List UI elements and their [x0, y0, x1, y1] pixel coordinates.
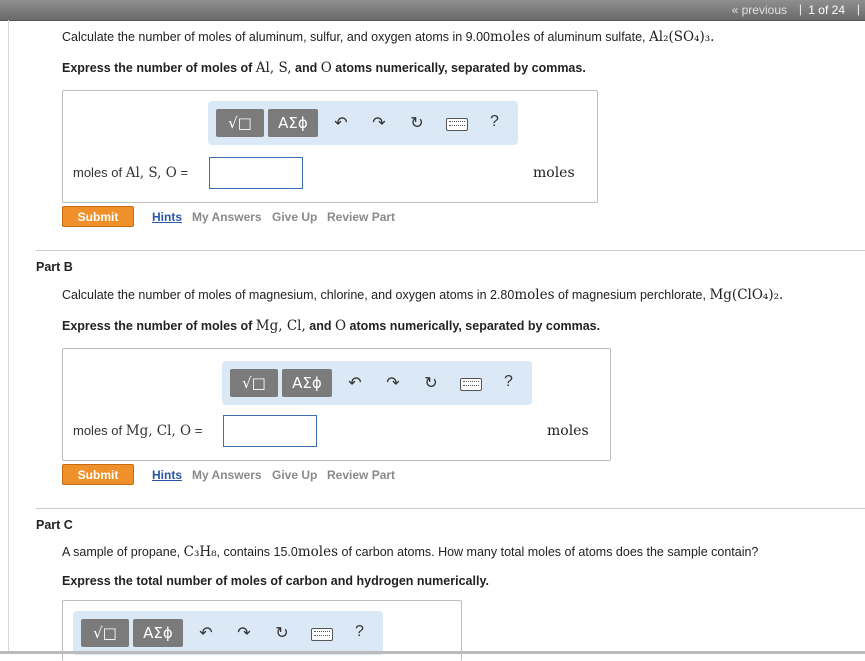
- part-b-give-up-link[interactable]: Give Up: [272, 468, 317, 482]
- templates-button[interactable]: √□: [230, 369, 278, 397]
- part-b-hints-link[interactable]: Hints: [152, 468, 182, 482]
- reset-icon[interactable]: ↻: [408, 114, 426, 132]
- part-a-review-part-link[interactable]: Review Part: [327, 210, 395, 224]
- help-button[interactable]: ?: [504, 373, 513, 391]
- keyboard-icon[interactable]: [446, 118, 468, 131]
- question-counter: 1 of 24: [808, 3, 845, 17]
- nav-separator: |: [798, 2, 802, 16]
- part-b-instruction: Express the number of moles of Mg, Cl, a…: [62, 318, 601, 334]
- math-toolbar: √□ ΑΣϕ ↶ ↷ ↻ ?: [208, 101, 518, 145]
- symbols-button[interactable]: ΑΣϕ: [133, 619, 183, 647]
- templates-button[interactable]: √□: [81, 619, 129, 647]
- symbols-button[interactable]: ΑΣϕ: [282, 369, 332, 397]
- part-c-question: A sample of propane, C₃H₈, contains 15.0…: [62, 544, 759, 560]
- keyboard-icon[interactable]: [311, 628, 333, 641]
- part-b-answer-input[interactable]: [223, 415, 317, 447]
- redo-icon[interactable]: ↷: [235, 624, 253, 642]
- templates-button[interactable]: √□: [216, 109, 264, 137]
- redo-icon[interactable]: ↷: [370, 114, 388, 132]
- part-c-label: Part C: [36, 518, 73, 532]
- part-a-instruction: Express the number of moles of Al, S, an…: [62, 60, 586, 76]
- undo-icon[interactable]: ↶: [197, 624, 215, 642]
- part-b-question: Calculate the number of moles of magnesi…: [62, 287, 784, 303]
- part-a-answer-input[interactable]: [209, 157, 303, 189]
- part-b-field-label: moles of Mg, Cl, O =: [73, 423, 203, 439]
- part-b-review-part-link[interactable]: Review Part: [327, 468, 395, 482]
- part-a-question: Calculate the number of moles of aluminu…: [62, 29, 715, 45]
- part-b-my-answers-link[interactable]: My Answers: [192, 468, 262, 482]
- reset-icon[interactable]: ↻: [273, 624, 291, 642]
- part-a-give-up-link[interactable]: Give Up: [272, 210, 317, 224]
- part-b-submit-button[interactable]: Submit: [62, 464, 134, 485]
- part-a-hints-link[interactable]: Hints: [152, 210, 182, 224]
- part-b-label: Part B: [36, 260, 73, 274]
- help-button[interactable]: ?: [490, 113, 499, 131]
- part-a-field-label: moles of Al, S, O =: [73, 165, 189, 181]
- keyboard-icon[interactable]: [460, 378, 482, 391]
- help-button[interactable]: ?: [355, 623, 364, 641]
- undo-icon[interactable]: ↶: [346, 374, 364, 392]
- math-toolbar: √□ ΑΣϕ ↶ ↷ ↻ ?: [73, 611, 383, 655]
- undo-icon[interactable]: ↶: [332, 114, 350, 132]
- nav-separator: |: [856, 2, 860, 16]
- part-a-my-answers-link[interactable]: My Answers: [192, 210, 262, 224]
- reset-icon[interactable]: ↻: [422, 374, 440, 392]
- symbols-button[interactable]: ΑΣϕ: [268, 109, 318, 137]
- top-nav-bar: « previous | 1 of 24 |: [0, 0, 865, 21]
- part-a-answer-box: √□ ΑΣϕ ↶ ↷ ↻ ? moles of Al, S, O = moles: [62, 90, 598, 203]
- part-b-answer-box: √□ ΑΣϕ ↶ ↷ ↻ ? moles of Mg, Cl, O = mole…: [62, 348, 611, 461]
- left-divider: [8, 20, 9, 654]
- redo-icon[interactable]: ↷: [384, 374, 402, 392]
- part-divider: [36, 508, 865, 509]
- math-toolbar: √□ ΑΣϕ ↶ ↷ ↻ ?: [222, 361, 532, 405]
- part-b-unit: moles: [547, 423, 589, 439]
- previous-link[interactable]: « previous: [732, 3, 787, 17]
- part-a-submit-button[interactable]: Submit: [62, 206, 134, 227]
- part-divider: [36, 250, 865, 251]
- part-c-instruction: Express the total number of moles of car…: [62, 574, 489, 588]
- part-a-unit: moles: [533, 165, 575, 181]
